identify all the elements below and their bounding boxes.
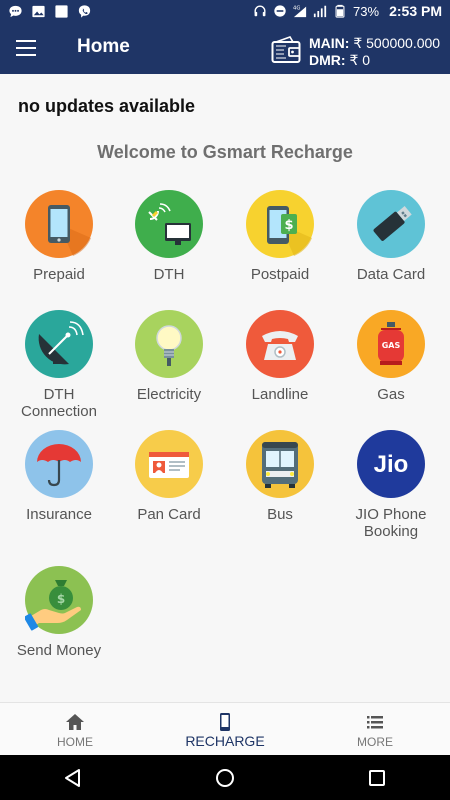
welcome-text: Welcome to Gsmart Recharge	[97, 142, 353, 162]
dmr-balance-value: ₹ 0	[349, 52, 371, 68]
image-icon	[32, 5, 45, 18]
clock: 2:53 PM	[389, 3, 442, 19]
money-bag-hand-icon: $	[25, 566, 93, 634]
service-postpaid[interactable]: $ Postpaid	[224, 190, 336, 283]
status-bar: 4G 73% 2:53 PM	[0, 0, 450, 24]
service-label: JIO Phone Booking	[355, 506, 427, 540]
service-prepaid[interactable]: Prepaid	[3, 190, 115, 283]
light-bulb-icon	[135, 310, 203, 378]
home-icon	[66, 714, 84, 730]
nav-recharge[interactable]: RECHARGE	[150, 703, 300, 756]
service-label: Insurance	[26, 506, 92, 523]
menu-icon[interactable]	[16, 40, 36, 56]
viber-icon	[78, 5, 91, 18]
nav-label: MORE	[357, 735, 393, 749]
service-landline[interactable]: Landline	[224, 310, 336, 403]
svg-text:$: $	[284, 218, 293, 233]
svg-text:$: $	[57, 592, 65, 606]
bus-icon	[246, 430, 314, 498]
service-data-card[interactable]: Data Card	[335, 190, 447, 283]
telephone-icon	[246, 310, 314, 378]
id-card-icon	[135, 430, 203, 498]
svg-text:GAS: GAS	[382, 341, 401, 350]
prepaid-phone-icon	[25, 190, 93, 258]
headset-icon	[254, 5, 266, 17]
nav-home[interactable]: HOME	[0, 703, 150, 756]
battery-percent: 73%	[353, 3, 380, 19]
service-label: Landline	[251, 386, 309, 403]
wallet-icon[interactable]	[270, 33, 302, 65]
satellite-dish-icon	[25, 310, 93, 378]
service-label: Prepaid	[33, 266, 85, 283]
battery-icon	[335, 4, 345, 18]
nav-more[interactable]: MORE	[300, 703, 450, 756]
service-gas[interactable]: GAS Gas	[335, 310, 447, 403]
service-label: DTH Connection	[21, 386, 97, 420]
service-label: Pan Card	[137, 506, 201, 523]
service-jio-phone-booking[interactable]: Jio JIO Phone Booking	[335, 430, 447, 540]
service-label: Bus	[267, 506, 293, 523]
main-balance-value: ₹ 500000.000	[353, 35, 441, 51]
signal-4g-icon: 4G	[293, 5, 307, 18]
page-title: Home	[77, 36, 130, 57]
service-label: Postpaid	[250, 266, 310, 283]
usb-data-card-icon	[357, 190, 425, 258]
service-label: Gas	[377, 386, 405, 403]
nav-label: HOME	[57, 735, 93, 749]
service-bus[interactable]: Bus	[224, 430, 336, 523]
svg-text:Jio: Jio	[374, 451, 409, 478]
umbrella-icon	[25, 430, 93, 498]
app-bar: Home MAIN: ₹ 500000.000 DMR: ₹ 0	[0, 24, 450, 74]
mobile-icon	[220, 713, 230, 731]
svg-text:4G: 4G	[293, 5, 300, 11]
main-balance-label: MAIN:	[309, 35, 350, 51]
main-balance: MAIN: ₹ 500000.000	[309, 35, 440, 52]
service-pan-card[interactable]: Pan Card	[113, 430, 225, 523]
service-label: DTH	[153, 266, 185, 283]
main-content: no updates available Welcome to Gsmart R…	[0, 74, 450, 702]
jio-logo-icon: Jio	[357, 430, 425, 498]
list-icon	[367, 716, 383, 729]
service-label: Electricity	[136, 386, 202, 403]
back-icon[interactable]	[62, 767, 84, 789]
service-insurance[interactable]: Insurance	[3, 430, 115, 523]
postpaid-phone-icon: $	[246, 190, 314, 258]
dth-tv-icon	[135, 190, 203, 258]
do-not-disturb-icon	[274, 5, 286, 17]
notification-square-icon	[55, 5, 68, 18]
home-circle-icon[interactable]	[214, 767, 236, 789]
chat-bubble-icon	[9, 5, 22, 18]
gas-cylinder-icon: GAS	[357, 310, 425, 378]
dmr-balance: DMR: ₹ 0	[309, 52, 370, 69]
dmr-balance-label: DMR:	[309, 52, 346, 68]
signal-bars-icon	[313, 5, 327, 18]
service-electricity[interactable]: Electricity	[113, 310, 225, 403]
service-dth[interactable]: DTH	[113, 190, 225, 283]
service-send-money[interactable]: $ Send Money	[3, 566, 115, 659]
service-dth-connection[interactable]: DTH Connection	[3, 310, 115, 420]
updates-text: no updates available	[18, 96, 196, 116]
nav-label: RECHARGE	[185, 733, 265, 749]
recent-apps-icon[interactable]	[366, 767, 388, 789]
system-navigation-bar	[0, 755, 450, 800]
service-label: Data Card	[356, 266, 426, 283]
bottom-navigation: HOME RECHARGE MORE	[0, 702, 450, 755]
service-label: Send Money	[16, 642, 102, 659]
